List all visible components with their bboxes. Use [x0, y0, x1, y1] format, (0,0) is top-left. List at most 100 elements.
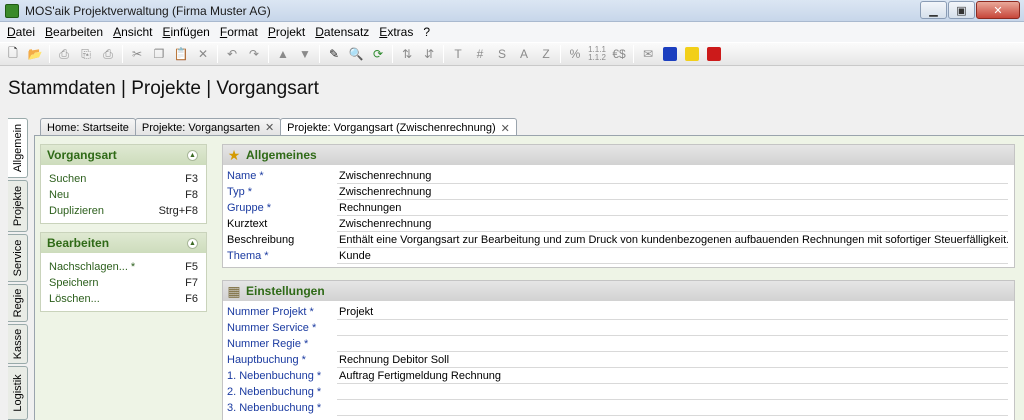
- nebenbuchung-1-field[interactable]: Auftrag Fertigmeldung Rechnung: [337, 368, 1008, 384]
- format-z-icon[interactable]: Z: [535, 44, 557, 64]
- vtab-service[interactable]: Service: [8, 234, 28, 282]
- nebenbuchung-3-field[interactable]: [337, 400, 1008, 416]
- arrow-down-icon[interactable]: ▼: [294, 44, 316, 64]
- menu-help[interactable]: ?: [418, 25, 435, 39]
- cmd-neu[interactable]: Neu F8: [41, 187, 206, 203]
- sort-descending-icon[interactable]: ⇵: [418, 44, 440, 64]
- field-row-thema: Thema * Kunde: [227, 248, 1008, 264]
- field-row-nebenbuchung-3: 3. Nebenbuchung *: [227, 400, 1008, 416]
- edit-pencil-icon[interactable]: ✎: [323, 44, 345, 64]
- format-number-icon[interactable]: #: [469, 44, 491, 64]
- mail-icon[interactable]: ✉: [637, 44, 659, 64]
- print-setup-icon[interactable]: ⎙: [97, 44, 119, 64]
- field-row-beschreibung: Beschreibung Enthält eine Vorgangsart zur…: [227, 232, 1008, 248]
- field-row-nummer-projekt: Nummer Projekt * Projekt: [227, 304, 1008, 320]
- field-row-nummer-service: Nummer Service *: [227, 320, 1008, 336]
- panel-bearbeiten: Bearbeiten ▲ Nachschlagen... * F5 Speiche…: [40, 232, 207, 312]
- menu-bearbeiten[interactable]: Bearbeiten: [40, 25, 108, 39]
- percent-icon[interactable]: %: [564, 44, 586, 64]
- kurztext-field[interactable]: Zwischenrechnung: [337, 216, 1008, 232]
- currency-icon[interactable]: €$: [608, 44, 630, 64]
- vtab-logistik[interactable]: Logistik: [8, 366, 28, 420]
- thema-field[interactable]: Kunde: [337, 248, 1008, 264]
- name-field[interactable]: Zwischenrechnung: [337, 168, 1008, 184]
- field-row-hauptbuchung: Hauptbuchung * Rechnung Debitor Soll: [227, 352, 1008, 368]
- title-bar: MOS'aik Projektverwaltung (Firma Muster …: [0, 0, 1024, 22]
- print-preview-icon[interactable]: ⎘: [75, 44, 97, 64]
- cmd-nachschlagen[interactable]: Nachschlagen... * F5: [41, 259, 206, 275]
- open-folder-icon[interactable]: 📂: [24, 44, 46, 64]
- field-row-typ: Typ * Zwischenrechnung: [227, 184, 1008, 200]
- nummer-projekt-field[interactable]: Projekt: [337, 304, 1008, 320]
- typ-field[interactable]: Zwischenrechnung: [337, 184, 1008, 200]
- field-row-nummer-regie: Nummer Regie *: [227, 336, 1008, 352]
- menu-datensatz[interactable]: Datensatz: [310, 25, 374, 39]
- nummer-service-field[interactable]: [337, 320, 1008, 336]
- print-icon[interactable]: ⎙: [53, 44, 75, 64]
- menu-ansicht[interactable]: Ansicht: [108, 25, 157, 39]
- tab-projekte-vorgangsarten[interactable]: Projekte: Vorgangsarten ✕: [134, 118, 282, 136]
- copy-icon[interactable]: ❐: [148, 44, 170, 64]
- section-allgemeines: ★ Allgemeines Name * Zwischenrechnung Typ…: [222, 144, 1015, 268]
- beschreibung-field[interactable]: Enthält eine Vorgangsart zur Bearbeitung…: [337, 232, 1008, 248]
- collapse-icon[interactable]: ▲: [187, 150, 198, 161]
- menu-datei[interactable]: Datei: [2, 25, 40, 39]
- vtab-projekte[interactable]: Projekte: [8, 180, 28, 232]
- paste-icon[interactable]: 📋: [170, 44, 192, 64]
- section-title: Einstellungen: [246, 284, 325, 298]
- red-puzzle-icon[interactable]: [703, 44, 725, 64]
- vtab-regie[interactable]: Regie: [8, 284, 28, 322]
- cmd-suchen[interactable]: Suchen F3: [41, 171, 206, 187]
- new-document-icon[interactable]: 🗋: [2, 44, 24, 64]
- refresh-icon[interactable]: ⟳: [367, 44, 389, 64]
- menu-extras[interactable]: Extras: [374, 25, 418, 39]
- vtab-kasse[interactable]: Kasse: [8, 324, 28, 364]
- close-tab-icon[interactable]: ✕: [265, 121, 274, 134]
- panel-vorgangsart: Vorgangsart ▲ Suchen F3 Neu F8 Duplizieren…: [40, 144, 207, 224]
- cmd-speichern[interactable]: Speichern F7: [41, 275, 206, 291]
- nummer-regie-field[interactable]: [337, 336, 1008, 352]
- vtab-allgemein[interactable]: Allgemein: [8, 118, 28, 178]
- section-einstellungen: ▦ Einstellungen Nummer Projekt * Projekt …: [222, 280, 1015, 420]
- close-tab-icon[interactable]: ✕: [501, 122, 510, 135]
- hauptbuchung-field[interactable]: Rechnung Debitor Soll: [337, 352, 1008, 368]
- cmd-loeschen[interactable]: Löschen... F6: [41, 291, 206, 307]
- field-row-nebenbuchung-1: 1. Nebenbuchung * Auftrag Fertigmeldung R…: [227, 368, 1008, 384]
- redo-icon[interactable]: ↷: [243, 44, 265, 64]
- minimize-button[interactable]: ▁: [920, 1, 947, 19]
- tab-home-startseite[interactable]: Home: Startseite: [40, 118, 136, 136]
- field-row-name: Name * Zwischenrechnung: [227, 168, 1008, 184]
- vertical-tab-strip: Allgemein Projekte Service Regie Kasse L…: [8, 118, 28, 420]
- menu-projekt[interactable]: Projekt: [263, 25, 310, 39]
- cut-icon[interactable]: ✂: [126, 44, 148, 64]
- format-text-icon[interactable]: T: [447, 44, 469, 64]
- blue-puzzle-icon[interactable]: [659, 44, 681, 64]
- format-s-icon[interactable]: S: [491, 44, 513, 64]
- cmd-duplizieren[interactable]: Duplizieren Strg+F8: [41, 203, 206, 219]
- menu-bar: Datei Bearbeiten Ansicht Einfügen Format…: [0, 22, 1024, 42]
- decimal-format-icon[interactable]: 1.1.1 1.1.2: [586, 44, 608, 64]
- maximize-button[interactable]: ▣: [948, 1, 975, 19]
- nebenbuchung-2-field[interactable]: [337, 384, 1008, 400]
- menu-einfuegen[interactable]: Einfügen: [157, 25, 214, 39]
- app-icon: [5, 3, 19, 18]
- search-icon[interactable]: 🔍: [345, 44, 367, 64]
- format-a-icon[interactable]: A: [513, 44, 535, 64]
- settings-list-icon: ▦: [227, 282, 241, 299]
- field-row-kurztext: Kurztext Zwischenrechnung: [227, 216, 1008, 232]
- section-title: Allgemeines: [246, 148, 317, 162]
- undo-icon[interactable]: ↶: [221, 44, 243, 64]
- gruppe-field[interactable]: Rechnungen: [337, 200, 1008, 216]
- arrow-up-icon[interactable]: ▲: [272, 44, 294, 64]
- close-button[interactable]: ✕: [976, 1, 1020, 19]
- field-row-gruppe: Gruppe * Rechnungen: [227, 200, 1008, 216]
- field-row-nebenbuchung-2: 2. Nebenbuchung *: [227, 384, 1008, 400]
- collapse-icon[interactable]: ▲: [187, 238, 198, 249]
- panel-title: Bearbeiten: [47, 236, 110, 250]
- sort-ascending-icon[interactable]: ⇅: [396, 44, 418, 64]
- yellow-puzzle-icon[interactable]: [681, 44, 703, 64]
- menu-format[interactable]: Format: [215, 25, 263, 39]
- delete-icon[interactable]: ✕: [192, 44, 214, 64]
- page-title: Stammdaten | Projekte | Vorgangsart: [8, 78, 319, 99]
- panel-title: Vorgangsart: [47, 148, 117, 162]
